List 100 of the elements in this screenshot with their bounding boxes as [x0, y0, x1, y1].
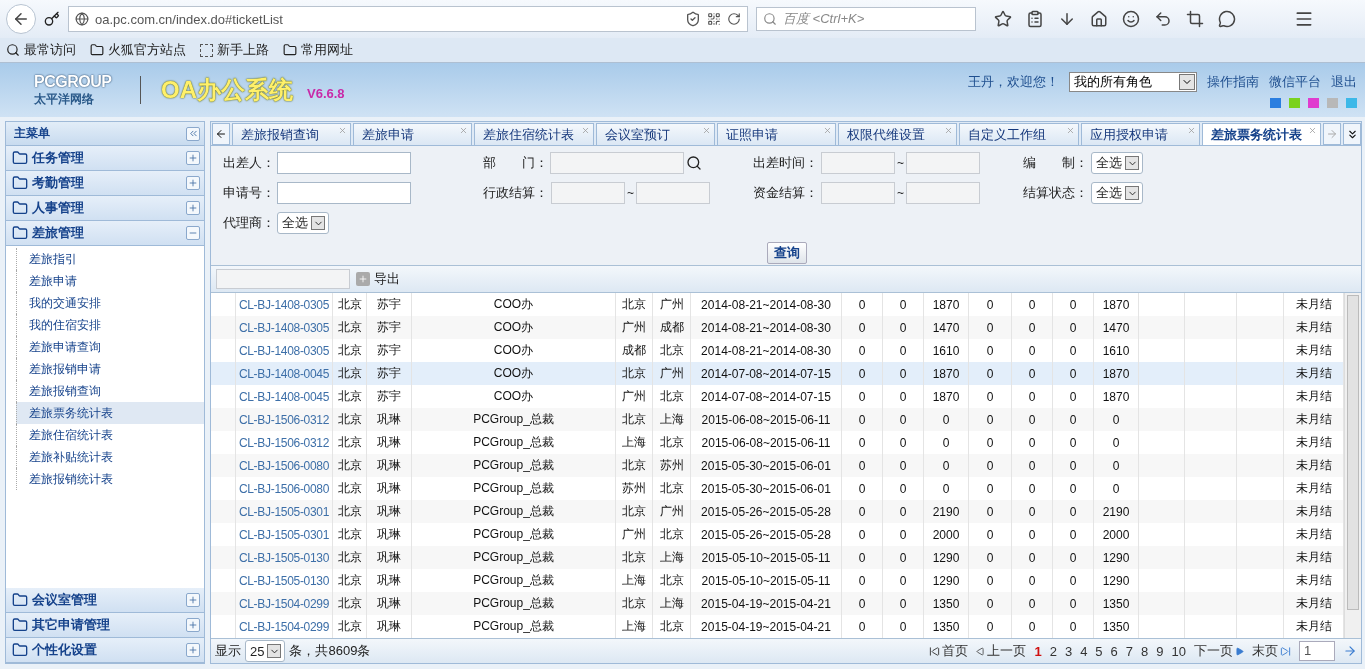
qr-icon[interactable]	[707, 12, 721, 26]
close-icon[interactable]	[1065, 126, 1075, 135]
page-link[interactable]: 6	[1110, 643, 1118, 659]
menu-group[interactable]: 任务管理	[6, 146, 204, 171]
page-link[interactable]: 5	[1095, 643, 1103, 659]
theme-swatch[interactable]	[1270, 98, 1281, 108]
first-page-link[interactable]: 首页	[929, 642, 969, 660]
scrollbar[interactable]	[1344, 293, 1361, 638]
tab[interactable]: 差旅报销查询	[231, 123, 352, 145]
header-link[interactable]: 操作指南	[1207, 73, 1259, 91]
query-button[interactable]: 查询	[767, 242, 807, 264]
date-field[interactable]	[636, 182, 710, 204]
role-select[interactable]: 我的所有角色	[1069, 72, 1197, 92]
clipboard-icon[interactable]	[1026, 10, 1044, 28]
menu-item[interactable]: 我的交通安排	[16, 292, 204, 314]
table-row[interactable]: CL-BJ-1408-0045 北京 苏宇 COO办 北京 广州 2014-07-08~2014-07-15 0 0 1870 0 0 0 1870 未月结	[211, 362, 1344, 385]
header-link[interactable]: 微信平台	[1269, 73, 1321, 91]
text-field[interactable]	[216, 269, 350, 289]
select-field[interactable]: 全选	[1091, 152, 1143, 174]
menu-item[interactable]: 差旅指引	[16, 248, 204, 270]
table-row[interactable]: CL-BJ-1505-0301 北京 巩琳 PCGroup_总裁 北京 广州 2015-05-26~2015-05-28 0 0 2190 0 0 0 2190 未月结	[211, 500, 1344, 523]
bookmark[interactable]: 最常访问	[24, 41, 76, 59]
table-row[interactable]: CL-BJ-1506-0080 北京 巩琳 PCGroup_总裁 北京 苏州 2015-05-30~2015-06-01 0 0 0 0 0 0 0 未月结	[211, 454, 1344, 477]
page-input[interactable]: 1	[1299, 641, 1335, 661]
next-page-link[interactable]: 下一页	[1194, 642, 1244, 660]
tab[interactable]: 权限代维设置	[838, 123, 958, 145]
crop-icon[interactable]	[1186, 10, 1204, 28]
theme-swatch[interactable]	[1308, 98, 1319, 108]
close-icon[interactable]	[580, 126, 590, 135]
menu-item[interactable]: 差旅报销申请	[16, 358, 204, 380]
bookmark[interactable]: 常用网址	[301, 41, 353, 59]
page-link[interactable]: 10	[1171, 643, 1186, 659]
page-link[interactable]: 3	[1064, 643, 1073, 659]
menu-item[interactable]: 差旅补贴统计表	[16, 446, 204, 468]
reload-icon[interactable]	[727, 12, 741, 26]
tab[interactable]: 证照申请	[716, 123, 837, 145]
close-icon[interactable]	[338, 126, 348, 135]
download-icon[interactable]	[1058, 10, 1076, 28]
theme-swatch[interactable]	[1346, 98, 1357, 108]
undo-icon[interactable]	[1154, 10, 1172, 28]
toggle-button[interactable]	[186, 226, 200, 240]
toggle-button[interactable]	[186, 618, 200, 632]
collapse-button[interactable]	[186, 126, 200, 141]
export-button[interactable]: 导出	[356, 270, 400, 288]
home-icon[interactable]	[1090, 10, 1108, 28]
close-icon[interactable]	[701, 126, 711, 135]
address-bar[interactable]: oa.pc.com.cn/index.do#ticketList	[68, 6, 748, 32]
text-field[interactable]	[277, 152, 411, 174]
tab[interactable]: 差旅住宿统计表	[474, 123, 594, 145]
search-field[interactable]: 百度 <Ctrl+K>	[756, 7, 976, 31]
header-link[interactable]: 退出	[1331, 73, 1357, 91]
menu-group[interactable]: 会议室管理	[6, 588, 204, 613]
select-field[interactable]: 全选	[277, 212, 329, 234]
page-link[interactable]: 7	[1125, 643, 1134, 659]
close-icon[interactable]	[944, 126, 954, 135]
theme-swatch[interactable]	[1327, 98, 1338, 108]
page-size-select[interactable]: 25	[245, 640, 286, 662]
theme-swatch[interactable]	[1289, 98, 1300, 108]
toggle-button[interactable]	[186, 176, 200, 190]
text-field[interactable]	[277, 182, 411, 204]
table-row[interactable]: CL-BJ-1504-0299 北京 巩琳 PCGroup_总裁 北京 上海 2015-04-19~2015-04-21 0 0 1350 0 0 0 1350 未月结	[211, 592, 1344, 615]
table-row[interactable]: CL-BJ-1408-0305 北京 苏宇 COO办 广州 成都 2014-08-21~2014-08-30 0 0 1470 0 0 0 1470 未月结	[211, 316, 1344, 339]
prev-page-link[interactable]: 上一页	[976, 642, 1027, 660]
menu-item[interactable]: 差旅申请查询	[16, 336, 204, 358]
close-icon[interactable]	[823, 126, 833, 135]
scroll-left-button[interactable]	[212, 123, 230, 145]
menu-icon[interactable]	[1294, 9, 1314, 29]
tab[interactable]: 会议室预订	[595, 123, 715, 145]
bookmark[interactable]: 新手上路	[217, 41, 269, 59]
tab[interactable]: 应用授权申请	[1080, 123, 1200, 145]
table-row[interactable]: CL-BJ-1506-0312 北京 巩琳 PCGroup_总裁 北京 上海 2015-06-08~2015-06-11 0 0 0 0 0 0 0 未月结	[211, 408, 1344, 431]
close-icon[interactable]	[459, 126, 469, 135]
search-icon[interactable]	[686, 155, 702, 171]
star-icon[interactable]	[994, 10, 1012, 28]
date-field[interactable]	[906, 182, 980, 204]
tab[interactable]: 差旅申请	[353, 123, 473, 145]
menu-group[interactable]: 考勤管理	[6, 171, 204, 196]
last-page-link[interactable]: 末页	[1252, 642, 1291, 660]
select-field[interactable]: 全选	[1091, 182, 1143, 204]
toggle-button[interactable]	[186, 643, 200, 657]
close-icon[interactable]	[1187, 126, 1196, 135]
menu-item[interactable]: 差旅申请	[16, 270, 204, 292]
tab[interactable]: 差旅票务统计表	[1202, 123, 1322, 145]
menu-item[interactable]: 我的住宿安排	[16, 314, 204, 336]
go-icon[interactable]	[1343, 644, 1357, 658]
back-button[interactable]	[6, 4, 36, 34]
toggle-button[interactable]	[186, 201, 200, 215]
tab[interactable]: 自定义工作组	[959, 123, 1079, 145]
close-icon[interactable]	[1308, 126, 1318, 135]
chat-icon[interactable]	[1218, 10, 1236, 28]
page-link[interactable]: 9	[1156, 643, 1164, 659]
menu-group[interactable]: 其它申请管理	[6, 613, 204, 638]
table-row[interactable]: CL-BJ-1505-0130 北京 巩琳 PCGroup_总裁 北京 上海 2015-05-10~2015-05-11 0 0 1290 0 0 0 1290 未月结	[211, 546, 1344, 569]
toggle-button[interactable]	[186, 593, 200, 607]
toggle-button[interactable]	[186, 151, 200, 165]
page-link[interactable]: 8	[1141, 643, 1149, 659]
page-link[interactable]: 1	[1034, 643, 1042, 659]
menu-group[interactable]: 差旅管理	[6, 221, 204, 246]
menu-item[interactable]: 差旅住宿统计表	[16, 424, 204, 446]
bookmark[interactable]: 火狐官方站点	[108, 41, 186, 59]
